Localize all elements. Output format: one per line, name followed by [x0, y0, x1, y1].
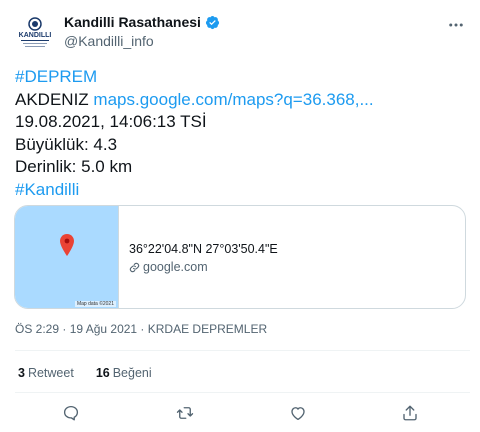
- location-text: AKDENIZ: [15, 89, 89, 109]
- like-stat[interactable]: 16 Beğeni: [96, 366, 152, 380]
- card-domain: google.com: [143, 260, 208, 274]
- link-icon: [129, 262, 140, 272]
- avatar[interactable]: KANDILLI: [15, 13, 55, 53]
- link-card[interactable]: Map data ©2021 36°22'04.8"N 27°03'50.4"E…: [14, 205, 466, 309]
- reply-icon: [63, 405, 79, 421]
- map-thumbnail: Map data ©2021: [15, 206, 119, 308]
- divider: [15, 392, 470, 393]
- author-handle[interactable]: @Kandilli_info: [64, 33, 154, 49]
- depth-text: Derinlik: 5.0 km: [15, 157, 133, 176]
- verified-badge-icon: [205, 15, 219, 29]
- map-pin-icon: [60, 234, 74, 256]
- more-icon: [449, 23, 463, 27]
- share-icon: [403, 405, 417, 421]
- retweet-stat[interactable]: 3 Retweet: [18, 366, 74, 380]
- tweet-meta[interactable]: ÖS 2:29 · 19 Ağu 2021 · KRDAE DEPREMLER: [15, 322, 267, 336]
- like-button[interactable]: [286, 401, 310, 425]
- retweet-button[interactable]: [173, 401, 197, 425]
- like-icon: [291, 407, 305, 421]
- map-link[interactable]: maps.google.com/maps?q=36.368,...: [93, 90, 373, 109]
- author-name-row: Kandilli Rasathanesi: [64, 14, 220, 30]
- like-label: Beğeni: [112, 366, 152, 380]
- tweet-text: #DEPREM AKDENIZ maps.google.com/maps?q=3…: [15, 66, 470, 201]
- like-count: 16: [95, 366, 110, 380]
- card-coordinates: 36°22'04.8"N 27°03'50.4"E: [129, 242, 278, 256]
- retweet-label: Retweet: [27, 366, 74, 380]
- hashtag-deprem[interactable]: #DEPREM: [15, 67, 97, 86]
- tweet-stats: 3 Retweet 16 Beğeni: [18, 366, 174, 380]
- share-button[interactable]: [398, 401, 422, 425]
- datetime-text: 19.08.2021, 14:06:13 TSİ: [15, 112, 207, 131]
- tweet: KANDILLI Kandilli Rasathanesi @Kandilli_…: [0, 0, 480, 432]
- kandilli-logo-icon: KANDILLI: [15, 13, 55, 53]
- map-credit: Map data ©2021: [74, 301, 116, 307]
- more-options-button[interactable]: [444, 15, 468, 35]
- retweet-icon: [176, 407, 194, 419]
- reply-button[interactable]: [59, 401, 83, 425]
- divider: [15, 350, 470, 351]
- card-info: 36°22'04.8"N 27°03'50.4"E google.com: [119, 206, 465, 308]
- hashtag-kandilli[interactable]: #Kandilli: [15, 180, 79, 199]
- card-domain-row: google.com: [129, 260, 465, 274]
- magnitude-text: Büyüklük: 4.3: [15, 134, 118, 154]
- author-name[interactable]: Kandilli Rasathanesi: [64, 14, 201, 30]
- action-bar: [0, 401, 480, 425]
- logo-text: KANDILLI: [19, 32, 52, 39]
- retweet-count: 3: [18, 366, 25, 380]
